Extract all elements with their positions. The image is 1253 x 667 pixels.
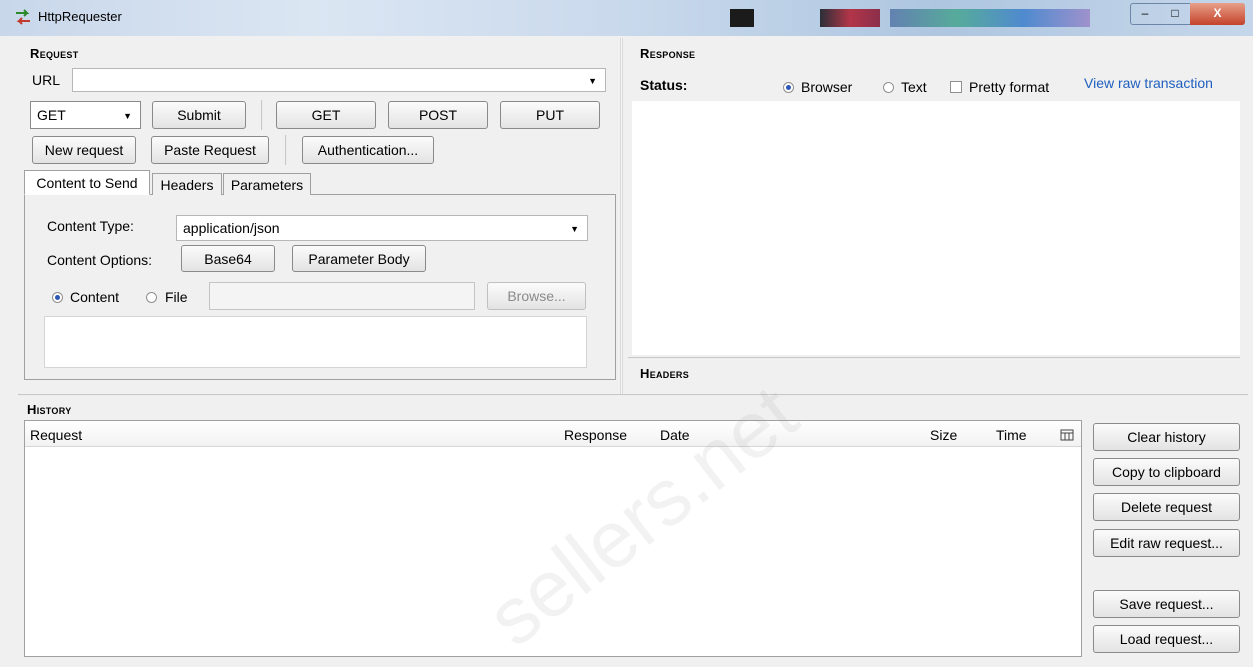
browser-radio[interactable] [783, 82, 794, 93]
method-select[interactable]: GET ▼ [30, 101, 141, 129]
window-title: HttpRequester [38, 9, 122, 24]
paste-request-button[interactable]: Paste Request [151, 136, 269, 164]
delete-request-button[interactable]: Delete request [1093, 493, 1240, 521]
response-section-title: Response [640, 46, 696, 61]
edit-raw-request-button[interactable]: Edit raw request... [1093, 529, 1240, 557]
horizontal-splitter[interactable] [18, 394, 1248, 396]
pretty-format-checkbox[interactable] [950, 81, 962, 93]
content-radio-label: Content [70, 289, 120, 305]
background-swatch [890, 9, 1090, 27]
tab-headers[interactable]: Headers [152, 173, 222, 195]
text-radio[interactable] [883, 82, 894, 93]
minimize-button[interactable]: – [1130, 3, 1160, 25]
chevron-down-icon[interactable]: ▼ [123, 111, 132, 121]
response-body[interactable] [632, 101, 1240, 355]
toolbar-divider [285, 135, 287, 165]
toolbar-divider [261, 100, 263, 130]
column-header-time[interactable]: Time [996, 427, 1027, 443]
quick-post-button[interactable]: POST [388, 101, 488, 129]
background-swatch [730, 9, 754, 27]
file-radio[interactable] [146, 292, 157, 303]
content-type-value: application/json [183, 220, 280, 236]
submit-button[interactable]: Submit [152, 101, 246, 129]
chevron-down-icon[interactable]: ▼ [570, 224, 579, 234]
tab-parameters[interactable]: Parameters [223, 173, 311, 195]
close-button[interactable]: X [1190, 3, 1245, 25]
app-icon [14, 8, 32, 26]
file-path-input[interactable] [209, 282, 475, 310]
url-label: URL [32, 72, 61, 88]
browser-radio-label: Browser [801, 79, 853, 95]
file-radio-label: File [165, 289, 188, 305]
base64-button[interactable]: Base64 [181, 245, 275, 272]
column-header-request[interactable]: Request [30, 427, 82, 443]
pretty-format-label: Pretty format [969, 79, 1050, 95]
maximize-button[interactable]: □ [1160, 3, 1190, 25]
view-raw-transaction-link[interactable]: View raw transaction [1084, 75, 1213, 91]
column-header-size[interactable]: Size [930, 427, 957, 443]
save-request-button[interactable]: Save request... [1093, 590, 1240, 618]
copy-to-clipboard-button[interactable]: Copy to clipboard [1093, 458, 1240, 486]
text-radio-label: Text [901, 79, 927, 95]
load-request-button[interactable]: Load request... [1093, 625, 1240, 653]
column-picker-icon[interactable] [1060, 428, 1074, 442]
content-radio[interactable] [52, 292, 63, 303]
authentication-button[interactable]: Authentication... [302, 136, 434, 164]
quick-put-button[interactable]: PUT [500, 101, 600, 129]
headers-section-title: Headers [640, 366, 689, 381]
status-label: Status: [640, 77, 688, 93]
parameter-body-button[interactable]: Parameter Body [292, 245, 426, 272]
chevron-down-icon[interactable]: ▼ [588, 76, 597, 86]
content-type-label: Content Type: [47, 218, 134, 234]
method-value: GET [37, 107, 66, 123]
history-header-row [25, 421, 1081, 447]
history-section-title: History [27, 402, 72, 417]
column-header-response[interactable]: Response [564, 427, 627, 443]
content-type-select[interactable]: application/json ▼ [176, 215, 588, 241]
history-table[interactable] [24, 420, 1082, 657]
vertical-splitter[interactable] [620, 38, 623, 394]
new-request-button[interactable]: New request [32, 136, 136, 164]
url-input[interactable]: ▼ [72, 68, 606, 92]
quick-get-button[interactable]: GET [276, 101, 376, 129]
content-textarea[interactable] [44, 316, 587, 368]
request-section-title: Request [30, 46, 79, 61]
clear-history-button[interactable]: Clear history [1093, 423, 1240, 451]
content-options-label: Content Options: [47, 252, 153, 268]
tab-content-to-send[interactable]: Content to Send [24, 170, 150, 195]
response-headers-splitter[interactable] [628, 357, 1240, 359]
browse-button[interactable]: Browse... [487, 282, 586, 310]
column-header-date[interactable]: Date [660, 427, 690, 443]
background-swatch [820, 9, 880, 27]
